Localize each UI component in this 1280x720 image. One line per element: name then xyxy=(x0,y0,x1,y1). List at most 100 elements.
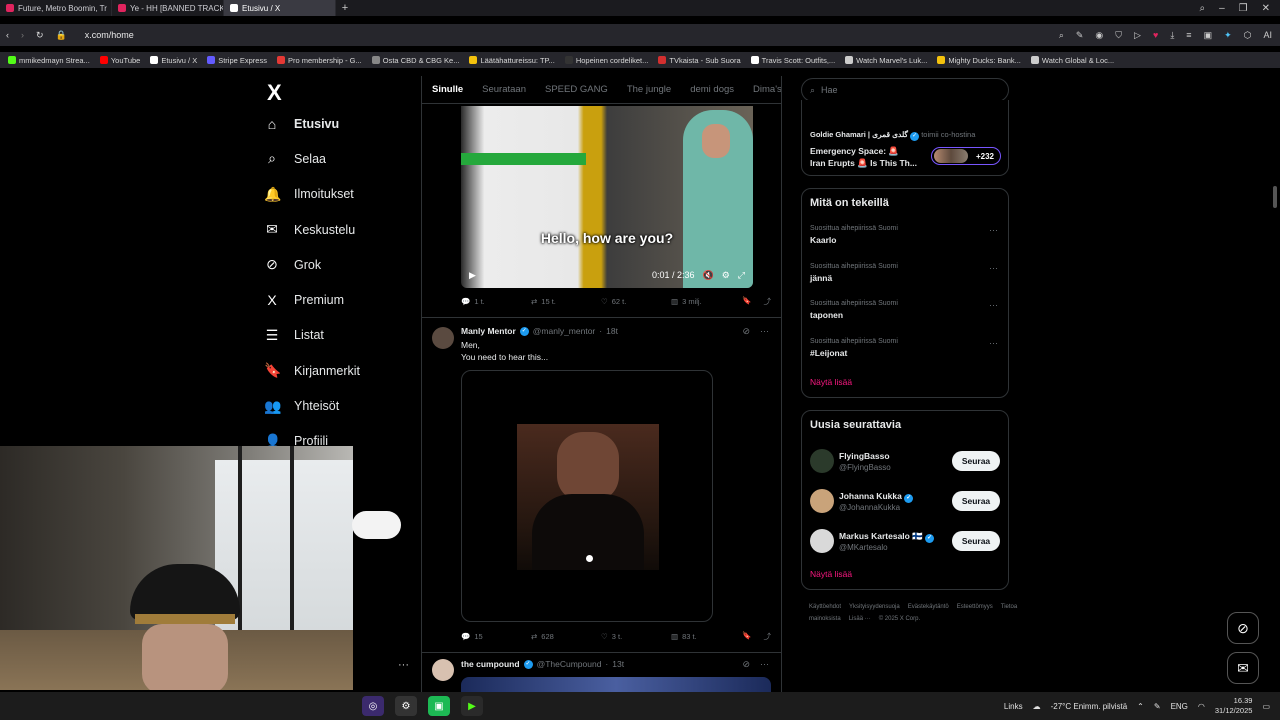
author-handle[interactable]: @manly_mentor xyxy=(533,326,595,336)
nav-item-ilmoitukset[interactable]: 🔔 Ilmoitukset xyxy=(264,177,414,212)
bookmark-icon[interactable]: 🔖 xyxy=(742,296,751,307)
browser-tab[interactable]: Future, Metro Boomin, Tr xyxy=(0,0,112,16)
footer-link[interactable]: Esteettömyys xyxy=(957,604,993,610)
bookmark-item[interactable]: Etusivu / X xyxy=(150,56,197,65)
post-age[interactable]: 18t xyxy=(606,326,618,336)
nav-item-etusivu[interactable]: ⌂ Etusivu xyxy=(264,106,414,141)
tab-dima-s-di[interactable]: Dima's Di xyxy=(753,84,781,95)
author-name[interactable]: Manly Mentor xyxy=(461,326,516,336)
play-icon[interactable]: ▷ xyxy=(1134,30,1141,41)
bookmark-item[interactable]: Stripe Express xyxy=(207,56,267,65)
more-options-icon[interactable]: ··· xyxy=(398,659,409,671)
bookmark-item[interactable]: Pro membership - G... xyxy=(276,56,362,65)
more-icon[interactable]: ··· xyxy=(989,263,998,273)
footer-link[interactable]: Lisää ··· xyxy=(849,616,871,622)
more-icon[interactable]: ··· xyxy=(989,338,998,348)
grok-fab-icon[interactable]: ⊘ xyxy=(1227,612,1259,644)
scrollbar-thumb[interactable] xyxy=(1273,186,1277,208)
footer-link[interactable]: Käyttöehdot xyxy=(809,604,841,610)
avatar[interactable] xyxy=(810,529,834,553)
reply-button[interactable]: 💬 1 t. xyxy=(461,297,531,306)
show-more-link[interactable]: Näytä lisää xyxy=(810,569,852,579)
edit-icon[interactable]: ✎ xyxy=(1076,30,1084,41)
follow-suggestion[interactable]: Markus Kartesalo 🇫🇮 ✓ @MKartesalo Seuraa xyxy=(810,529,1002,555)
share-icon[interactable]: ⤴ xyxy=(764,631,772,642)
more-icon[interactable]: ··· xyxy=(989,225,998,235)
opera-gx-icon[interactable]: ◎ xyxy=(362,696,384,716)
nav-item-selaa[interactable]: ⌕ Selaa xyxy=(264,141,414,176)
pen-icon[interactable]: ✎ xyxy=(1154,702,1161,711)
ai-icon[interactable]: AI xyxy=(1263,30,1272,41)
wifi-icon[interactable]: ◠ xyxy=(1198,702,1205,711)
new-tab-button[interactable]: + xyxy=(336,2,354,14)
follow-button[interactable]: Seuraa xyxy=(952,451,1000,471)
author-name[interactable]: the cumpound xyxy=(461,659,520,669)
tab-sinulle[interactable]: Sinulle xyxy=(432,84,463,95)
tab-seurataan[interactable]: Seurataan xyxy=(482,84,526,95)
views-button[interactable]: ▥ 3 milj. xyxy=(671,297,741,306)
steam-icon[interactable]: ⚙ xyxy=(395,696,417,716)
forward-icon[interactable]: › xyxy=(21,30,24,40)
restore-icon[interactable]: ❐ xyxy=(1239,3,1248,14)
nav-item-kirjanmerkit[interactable]: 🔖 Kirjanmerkit xyxy=(264,353,414,388)
suggestion-name[interactable]: FlyingBasso xyxy=(839,451,890,461)
fullscreen-icon[interactable]: ⤢ xyxy=(738,270,745,281)
extension-icon[interactable]: ✦ xyxy=(1224,30,1232,41)
heart-icon[interactable]: ♥ xyxy=(1153,30,1158,41)
bookmark-item[interactable]: Travis Scott: Outfits,... xyxy=(750,56,835,65)
bookmark-item[interactable]: Watch Marvel's Luk... xyxy=(845,56,927,65)
links-label[interactable]: Links xyxy=(1004,702,1023,711)
grok-icon[interactable]: ⊘ xyxy=(742,659,750,670)
avatar[interactable] xyxy=(810,489,834,513)
footer-link[interactable]: Evästekäytäntö xyxy=(908,604,949,610)
trend-item[interactable]: Suosittua aihepiirissä Suomi jännä ··· xyxy=(810,263,1002,283)
tab-speed-gang[interactable]: SPEED GANG xyxy=(545,84,608,95)
mute-icon[interactable]: 🔇 xyxy=(703,270,714,281)
nav-item-grok[interactable]: ⊘ Grok xyxy=(264,247,414,282)
bookmark-item[interactable]: Osta CBD & CBG Ke... xyxy=(371,56,459,65)
scrollbar[interactable] xyxy=(1272,76,1278,692)
repost-button[interactable]: ⇄ 15 t. xyxy=(531,297,601,306)
nav-item-listat[interactable]: ☰ Listat xyxy=(264,318,414,353)
bookmark-item[interactable]: Watch Global & Loc... xyxy=(1030,56,1114,65)
nav-item-keskustelu[interactable]: ✉ Keskustelu xyxy=(264,212,414,247)
footer-link[interactable]: Yksityisyydensuoja xyxy=(849,604,900,610)
bookmark-item[interactable]: mmikedmayn Strea... xyxy=(8,56,90,65)
follow-suggestion[interactable]: Johanna Kukka ✓ @JohannaKukka Seuraa xyxy=(810,489,1002,515)
x-logo-icon[interactable]: X xyxy=(267,80,414,106)
cube-icon[interactable]: ⬡ xyxy=(1244,30,1252,41)
kick-icon[interactable]: ▶ xyxy=(461,696,483,716)
back-icon[interactable]: ‹ xyxy=(6,30,9,40)
live-space-card[interactable]: Goldie Ghamari | گلدی قمری ✓ toimii co-h… xyxy=(801,100,1009,176)
post-media[interactable] xyxy=(461,370,713,622)
trend-item[interactable]: Suosittua aihepiirissä Suomi Kaarlo ··· xyxy=(810,225,1002,245)
reply-button[interactable]: 💬 15 xyxy=(461,632,531,641)
like-button[interactable]: ♡ 62 t. xyxy=(601,297,671,306)
weather-text[interactable]: -27°C Enimm. pilvistä xyxy=(1051,702,1128,711)
like-button[interactable]: ♡ 3 t. xyxy=(601,632,671,641)
wallet-icon[interactable]: ▣ xyxy=(1204,30,1213,41)
search-icon[interactable]: ⌕ xyxy=(1199,3,1205,14)
suggestion-name[interactable]: Johanna Kukka ✓ xyxy=(839,491,914,503)
search-input[interactable]: ⌕ Hae xyxy=(801,78,1009,102)
download-icon[interactable]: ⤓ xyxy=(1170,30,1174,41)
bookmark-item[interactable]: Hopeinen cordeliket... xyxy=(564,56,648,65)
play-icon[interactable]: ▶ xyxy=(469,270,476,281)
language-indicator[interactable]: ENG xyxy=(1171,702,1188,711)
nav-item-premium[interactable]: X Premium xyxy=(264,282,414,317)
nav-item-yhteisöt[interactable]: 👥 Yhteisöt xyxy=(264,388,414,423)
footer-link[interactable]: © 2025 X Corp. xyxy=(879,616,920,622)
post-age[interactable]: 13t xyxy=(612,659,624,669)
more-icon[interactable]: ··· xyxy=(760,326,769,337)
suggestion-name[interactable]: Markus Kartesalo 🇫🇮 ✓ xyxy=(839,531,935,543)
camera-icon[interactable]: ◉ xyxy=(1095,30,1103,41)
menu-icon[interactable]: ≡ xyxy=(1186,30,1191,41)
views-button[interactable]: ▥ 83 t. xyxy=(671,632,741,641)
messages-fab-icon[interactable]: ✉ xyxy=(1227,652,1259,684)
settings-icon[interactable]: ⚙ xyxy=(722,270,730,281)
tab-the-jungle[interactable]: The jungle xyxy=(627,84,671,95)
video-player[interactable]: Hello, how are you? ▶ 0:01 / 2:36 🔇 ⚙ ⤢ xyxy=(461,106,753,288)
notifications-icon[interactable]: ▭ xyxy=(1262,702,1270,711)
bookmark-item[interactable]: TVkaista - Sub Suora xyxy=(658,56,741,65)
bookmark-item[interactable]: YouTube xyxy=(99,56,140,65)
